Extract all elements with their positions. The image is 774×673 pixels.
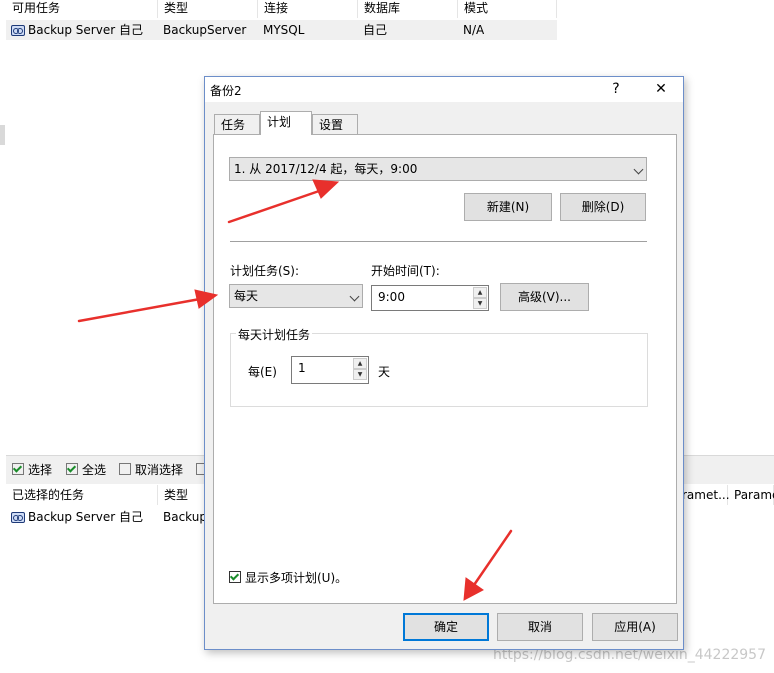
daily-schedule-group-title: 每天计划任务 [236,326,313,343]
row-type: Backup [163,510,207,524]
chevron-down-icon [633,164,644,175]
chevron-down-icon [349,291,360,302]
divider [230,241,647,242]
uncheck-icon [119,463,131,475]
start-time-input[interactable]: 9:00 ▲ ▼ [371,285,489,311]
start-time-spinner[interactable]: ▲ ▼ [473,287,487,309]
row-task-cell: Backup Server 自己 [11,20,143,40]
spin-up-icon[interactable]: ▲ [473,287,487,298]
check-all-icon [66,463,78,475]
column-header-mode[interactable]: 模式 [458,0,557,18]
arrow-to-schedule-type [77,297,202,323]
spin-down-icon[interactable]: ▼ [473,298,487,309]
database-icon [11,25,25,36]
row-connection: MYSQL [263,23,305,37]
every-days-input[interactable]: 1 ▲ ▼ [291,356,369,384]
schedule-list-value: 1. 从 2017/12/4 起，每天，9:00 [234,162,418,176]
row-type: BackupServer [163,23,247,37]
database-icon [11,512,25,523]
row-mode: N/A [463,23,485,37]
spin-down-icon[interactable]: ▼ [353,369,367,380]
checkbox-icon [12,463,24,475]
dialog-titlebar[interactable]: 备份2 ? ✕ [205,77,683,102]
schedule-list-combo[interactable]: 1. 从 2017/12/4 起，每天，9:00 [229,157,647,181]
row-database: 自己 [363,23,388,37]
tab-schedule[interactable]: 计划 [260,111,312,135]
show-multiple-schedules-checkbox[interactable]: 显示多项计划(U)。 [229,569,347,586]
tab-settings[interactable]: 设置 [312,114,358,134]
day-unit-label: 天 [378,365,391,379]
backup-schedule-dialog: 备份2 ? ✕ 任务 计划 设置 1. 从 2017/12/4 起，每天，9:0… [204,76,684,650]
select-all-label: 全选 [82,463,107,477]
apply-button[interactable]: 应用(A) [592,613,678,641]
schedule-type-value: 每天 [234,289,259,303]
available-tasks-header: 可用任务 类型 连接 数据库 模式 [0,0,557,18]
schedule-type-select[interactable]: 每天 [229,284,363,308]
advanced-button[interactable]: 高级(V)... [500,283,589,311]
column-header-parameter-2[interactable]: Parame [728,485,774,505]
cancel-button[interactable]: 取消 [497,613,583,641]
select-label: 选择 [28,463,53,477]
show-multiple-label: 显示多项计划(U)。 [245,571,348,585]
dialog-title: 备份2 [210,84,242,98]
every-label: 每(E) [248,365,277,379]
deselect-label: 取消选择 [135,463,184,477]
tab-tasks[interactable]: 任务 [214,114,260,134]
start-time-value: 9:00 [378,290,405,304]
select-all-button[interactable]: 全选 [66,462,106,478]
column-header-selected-task[interactable]: 已选择的任务 [6,485,158,505]
row-task-name: Backup Server 自己 [28,510,143,524]
deselect-button[interactable]: 取消选择 [119,462,183,478]
splitter-handle[interactable] [0,125,5,145]
spin-up-icon[interactable]: ▲ [353,358,367,369]
schedule-task-label: 计划任务(S): [230,264,300,278]
column-header-task[interactable]: 可用任务 [6,0,158,18]
new-schedule-button[interactable]: 新建(N) [464,193,552,221]
every-days-value: 1 [298,361,306,375]
select-button[interactable]: 选择 [12,462,52,478]
column-header-connection[interactable]: 连接 [258,0,358,18]
every-days-spinner[interactable]: ▲ ▼ [353,358,367,380]
start-time-label: 开始时间(T): [371,264,440,278]
help-button[interactable]: ? [601,79,631,99]
delete-schedule-button[interactable]: 删除(D) [560,193,646,221]
column-header-database[interactable]: 数据库 [358,0,458,18]
table-row[interactable]: Backup Server 自己 BackupServer MYSQL 自己 N… [6,20,557,40]
row-task-name: Backup Server 自己 [28,23,143,37]
schedule-panel: 1. 从 2017/12/4 起，每天，9:00 新建(N) 删除(D) 计划任… [213,134,677,604]
close-button[interactable]: ✕ [646,79,676,99]
row-task-cell: Backup Server 自己 [11,507,143,527]
ok-button[interactable]: 确定 [403,613,489,641]
column-header-type[interactable]: 类型 [158,0,258,18]
checkbox-checked-icon [229,571,241,583]
